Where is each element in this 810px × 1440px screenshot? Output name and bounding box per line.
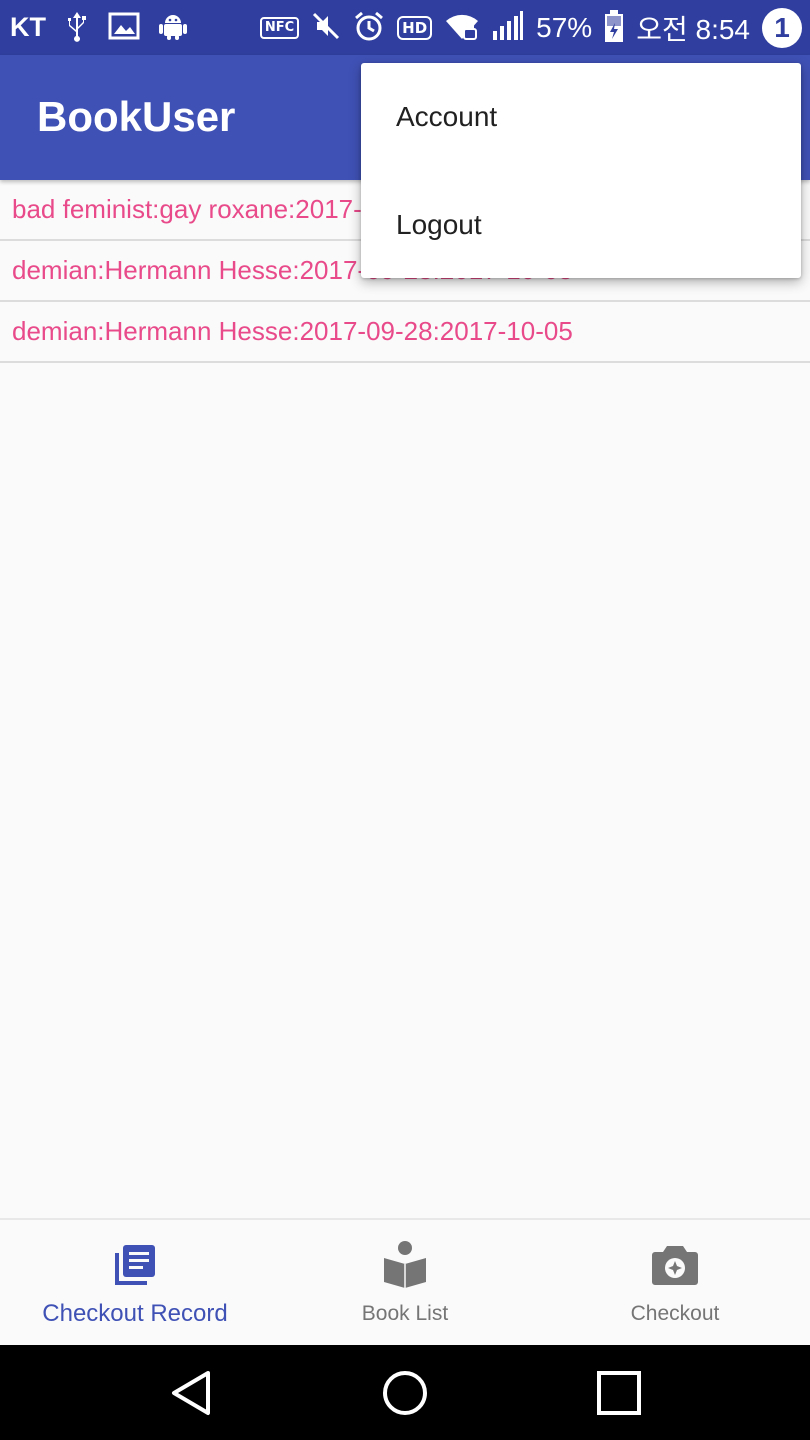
record-text: demian:Hermann Hesse:2017-09-28:2017-10-… xyxy=(12,316,573,346)
nav-item-checkout[interactable]: Checkout xyxy=(540,1220,810,1347)
camera-icon xyxy=(650,1240,700,1290)
overflow-menu: Account Logout xyxy=(361,63,801,278)
battery-percent: 57% xyxy=(536,11,593,43)
status-bar-left: KT xyxy=(0,10,188,46)
usb-icon xyxy=(64,10,90,46)
image-icon xyxy=(108,12,140,44)
list-item[interactable]: demian:Hermann Hesse:2017-09-28:2017-10-… xyxy=(0,302,810,363)
recents-icon[interactable] xyxy=(593,1367,645,1419)
battery-icon xyxy=(604,9,624,47)
menu-item-account[interactable]: Account xyxy=(361,63,801,171)
nav-item-checkout-record[interactable]: Checkout Record xyxy=(0,1220,270,1347)
import-contacts-icon xyxy=(380,1240,430,1290)
nfc-icon: NFC xyxy=(259,16,300,39)
clock: 오전 8:54 xyxy=(636,13,750,45)
menu-item-logout[interactable]: Logout xyxy=(361,171,801,279)
status-bar: KT NFC HD 57% 오전 8:54 1 xyxy=(0,0,810,55)
nav-label: Book List xyxy=(361,1302,449,1325)
screen: KT NFC HD 57% 오전 8:54 1 BookUser bad fem… xyxy=(0,0,810,1440)
carrier-label: KT xyxy=(10,12,46,42)
nav-label: Checkout xyxy=(630,1302,720,1325)
mute-icon xyxy=(311,11,341,45)
signal-icon xyxy=(492,10,524,45)
library-books-icon xyxy=(110,1240,160,1290)
nav-label: Checkout Record xyxy=(42,1300,228,1327)
notification-count-badge: 1 xyxy=(762,7,802,48)
status-bar-right: NFC HD 57% 오전 8:54 1 xyxy=(259,7,810,48)
home-icon[interactable] xyxy=(379,1367,431,1419)
app-title: BookUser xyxy=(37,93,236,140)
back-icon[interactable] xyxy=(165,1367,217,1419)
bottom-navigation: Checkout Record Book List Checkout xyxy=(0,1218,810,1347)
system-navigation-bar xyxy=(0,1345,810,1440)
android-icon xyxy=(158,11,188,45)
wifi-icon xyxy=(444,11,480,45)
hd-icon: HD xyxy=(397,15,433,40)
alarm-icon xyxy=(353,10,385,46)
nav-item-book-list[interactable]: Book List xyxy=(270,1220,540,1347)
